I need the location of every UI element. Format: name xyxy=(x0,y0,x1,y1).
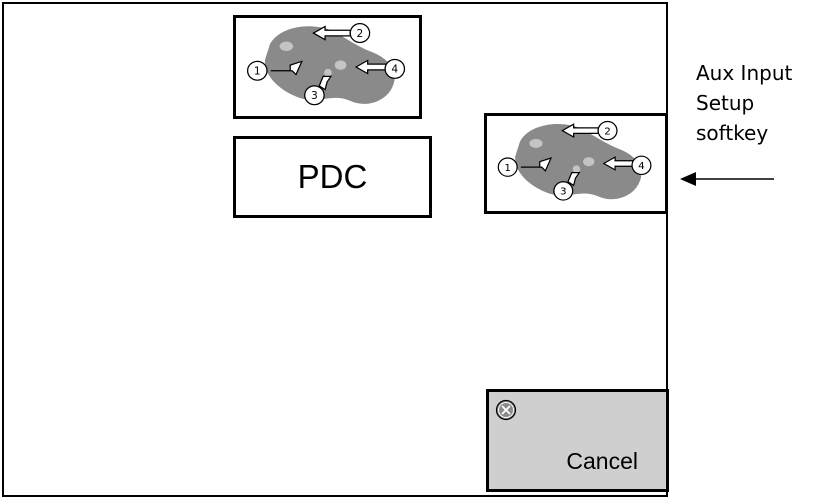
pdc-button[interactable]: PDC xyxy=(233,136,432,218)
cancel-x-icon xyxy=(495,399,517,421)
callout-line: Setup xyxy=(696,91,755,115)
callout-2: 2 xyxy=(357,28,364,40)
callout-2: 2 xyxy=(604,126,611,137)
thumbnail-top[interactable]: 2 4 1 3 xyxy=(233,15,422,119)
thumbnail-right[interactable]: 2 4 1 3 xyxy=(484,113,668,214)
callout-line: Aux Input xyxy=(696,61,793,85)
callout-1: 1 xyxy=(254,66,261,78)
aux-input-setup-callout: Aux Input Setup softkey xyxy=(696,58,792,148)
callout-4: 4 xyxy=(391,64,398,76)
cancel-label: Cancel xyxy=(566,448,638,474)
joystick-diagram-icon: 2 4 1 3 xyxy=(246,23,406,106)
cancel-button[interactable]: Cancel xyxy=(486,389,669,492)
pdc-label: PDC xyxy=(297,158,368,195)
callout-3: 3 xyxy=(560,187,567,198)
joystick-diagram-icon: 2 4 1 3 xyxy=(497,120,652,201)
callout-3: 3 xyxy=(311,90,318,102)
callout-4: 4 xyxy=(638,161,645,172)
callout-1: 1 xyxy=(504,163,511,174)
callout-line: softkey xyxy=(696,121,769,145)
pointer-arrow-icon xyxy=(680,172,774,186)
